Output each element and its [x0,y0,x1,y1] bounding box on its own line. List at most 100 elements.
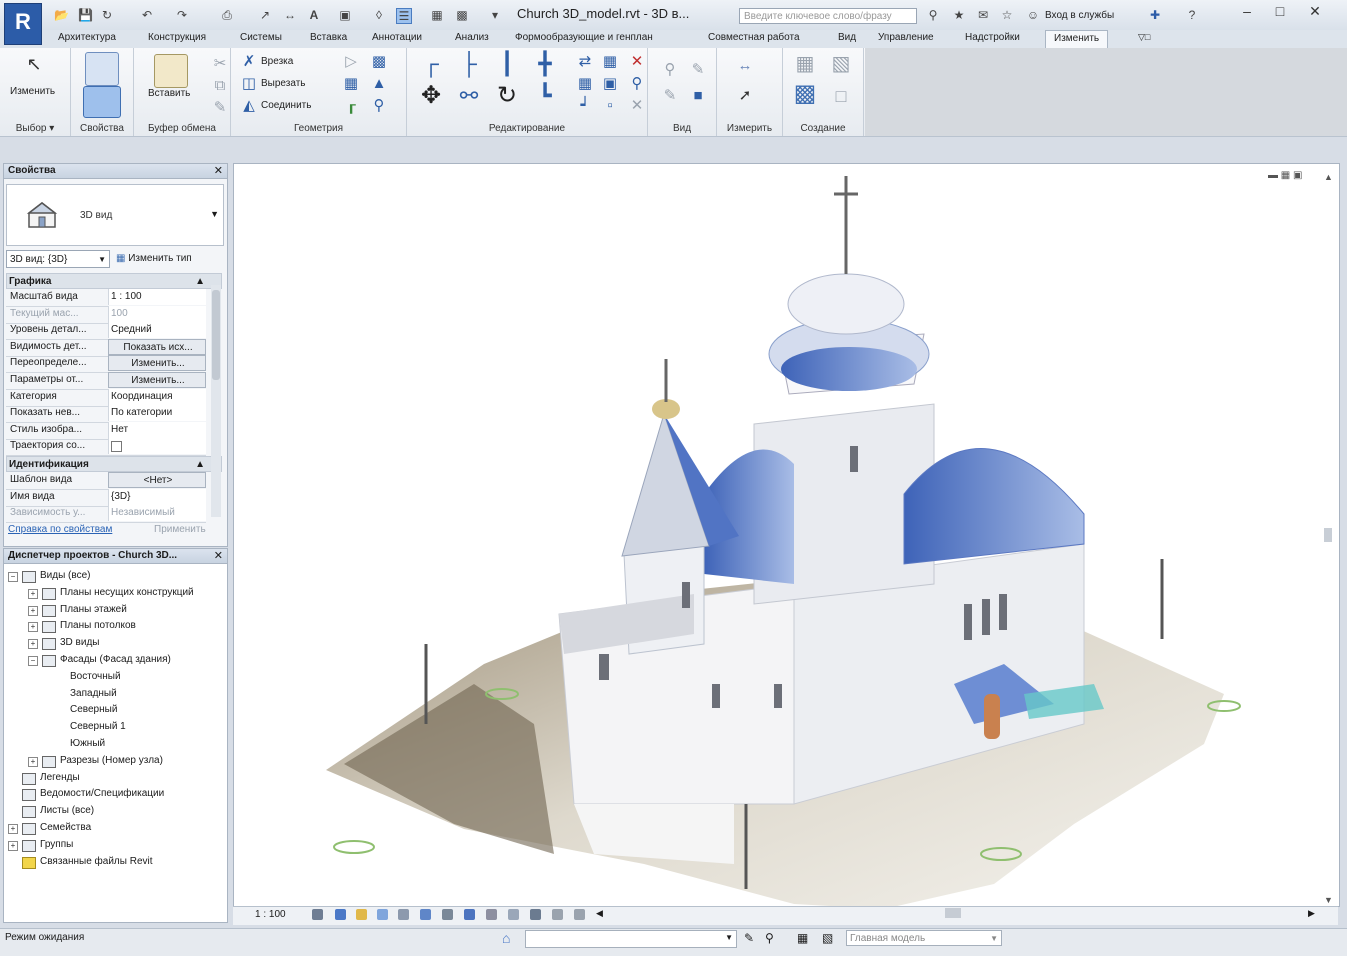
property-value[interactable]: {3D} [108,488,206,505]
unlock-view-icon[interactable] [442,909,453,920]
expand-icon[interactable]: + [8,824,18,834]
design-option-select[interactable]: Главная модель ▼ [846,930,1002,946]
sync-icon[interactable]: ↻ [100,8,114,22]
scale-icon[interactable]: ▣ [602,76,618,92]
property-edit-button[interactable]: <Нет> [108,472,206,488]
close-icon[interactable]: ✕ [214,164,223,178]
app-menu-button[interactable]: R [4,3,42,45]
browser-tree-item[interactable]: Планы этажей [60,604,127,615]
help-icon[interactable]: ? [1185,8,1199,22]
property-row[interactable]: Видимость дет... Показать исх... [6,338,206,357]
override-icon[interactable]: ✎ [690,62,706,78]
sun-path-icon[interactable] [356,909,367,920]
browser-tree-item[interactable]: Южный [70,738,105,749]
3d-view-icon[interactable]: ▣ [338,8,352,22]
linework-icon[interactable]: ✎ [662,88,678,104]
properties-icon[interactable] [83,86,121,118]
scroll-left-icon[interactable]: ◀ [596,908,603,919]
properties-help-link[interactable]: Справка по свойствам [8,524,112,535]
cut-geometry-icon[interactable]: ◫ [241,76,257,92]
property-value[interactable]: По категории [108,405,206,422]
browser-tree-item[interactable]: Северный 1 [70,721,126,732]
exchange-icon[interactable]: ✚ [1148,8,1162,22]
view-scale[interactable]: 1 : 100 [255,909,286,920]
browser-tree-item[interactable]: Планы потолков [60,620,136,631]
close-hidden-icon[interactable]: ▦ [430,8,444,22]
tab-structure[interactable]: Конструкция [148,32,206,43]
scroll-right-icon[interactable]: ▶ [1308,908,1315,919]
create-group-icon[interactable]: ▩ [791,82,819,112]
close-icon[interactable]: ✕ [214,549,223,563]
remove-paint-icon[interactable]: ⚲ [371,98,387,114]
browser-tree-item[interactable]: 3D виды [60,637,99,648]
subscription-icon[interactable]: ★ [952,8,966,22]
search-input[interactable]: Введите ключевое слово/фразу [739,8,917,24]
mirror-draw-icon[interactable]: ╋ [531,53,559,80]
expand-icon[interactable]: + [28,639,38,650]
switch-windows-icon[interactable]: ▩ [455,8,469,22]
property-row[interactable]: Категория Координация [6,388,206,407]
chevron-down-icon[interactable]: ▼ [210,209,219,219]
collapse-icon[interactable]: − [28,656,38,666]
tab-massing-site[interactable]: Формообразующие и генплан [515,32,653,43]
close-button[interactable]: ✕ [1300,0,1330,22]
expand-icon[interactable]: + [28,605,38,616]
property-edit-button[interactable]: Изменить... [108,355,206,372]
property-value[interactable]: Координация [108,388,206,405]
tab-view[interactable]: Вид [838,32,856,43]
split-face-icon[interactable]: ▷ [343,54,359,70]
expand-icon[interactable]: + [28,588,38,599]
wall-joins-icon[interactable]: ▩ [371,54,387,70]
tab-systems[interactable]: Системы [240,32,282,43]
active-workset-select[interactable]: ▼ [525,930,737,948]
browser-tree-item[interactable]: Легенды [40,772,80,783]
paste-button-label[interactable]: Вставить [148,88,190,99]
property-edit-button[interactable]: Изменить... [108,372,206,388]
viewport-scrollbar[interactable]: ▲ ▼ [1321,168,1335,908]
measure-between-icon[interactable]: ↔ [727,58,763,74]
minimize-button[interactable]: – [1232,0,1262,22]
exclude-options-icon[interactable]: ▧ [822,931,833,945]
3d-viewport[interactable] [233,163,1340,907]
browser-tree-item[interactable]: Ведомости/Спецификации [40,788,164,799]
match-type-icon[interactable]: ✎ [212,100,228,116]
tab-manage[interactable]: Управление [878,32,934,43]
browser-tree-item[interactable]: Фасады (Фасад здания) [60,654,171,665]
expand-icon[interactable]: + [28,756,38,767]
binoculars-icon[interactable]: ⚲ [926,8,940,22]
browser-tree-item[interactable]: Группы [40,839,73,850]
group-graphics[interactable]: Графика ▲ [6,273,222,289]
ribbon-minimize-icon[interactable]: ▽□ [1138,32,1150,43]
mirror-axis-icon[interactable]: ┃ [493,53,521,80]
filter-icon[interactable]: ⚲ [765,931,774,945]
tab-insert[interactable]: Вставка [310,32,347,43]
panel-select-title[interactable]: Выбор ▾ [0,123,70,134]
property-row[interactable]: Текущий мас... 100 [6,305,206,324]
bulb-icon[interactable]: ■ [690,88,706,104]
browser-tree-item[interactable]: Листы (все) [40,805,94,816]
create-assembly-icon[interactable]: ▦ [791,54,819,80]
editable-only-icon[interactable]: ✎ [744,931,754,945]
browser-tree-item[interactable]: Разрезы (Номер узла) [60,755,163,766]
copy-small-icon[interactable]: ▦ [602,54,618,70]
property-row[interactable]: Шаблон вида <Нет> [6,472,206,490]
highlight-icon[interactable] [530,909,541,920]
property-value[interactable]: Средний [108,322,206,339]
reveal-hidden-icon[interactable] [486,909,497,920]
checkbox[interactable] [111,441,122,453]
dimension-icon[interactable]: ↔ [283,8,297,22]
move-icon[interactable]: ✥ [417,84,445,114]
maximize-button[interactable]: □ [1265,0,1295,22]
detail-level-icon[interactable] [312,909,323,920]
tab-analyze[interactable]: Анализ [455,32,489,43]
property-value[interactable]: 1 : 100 [108,289,206,305]
property-value[interactable]: 100 [108,305,206,322]
visual-style-icon[interactable] [335,909,346,920]
tab-architecture[interactable]: Архитектура [58,32,116,43]
browser-tree-item[interactable]: Виды (все) [40,570,90,581]
browser-tree-item[interactable]: Связанные файлы Revit [40,856,153,867]
paint-icon[interactable]: ▦ [343,76,359,92]
shadows-icon[interactable] [377,909,388,920]
communication-icon[interactable]: ✉ [976,8,990,22]
align-icon[interactable]: ┌ [417,53,445,80]
